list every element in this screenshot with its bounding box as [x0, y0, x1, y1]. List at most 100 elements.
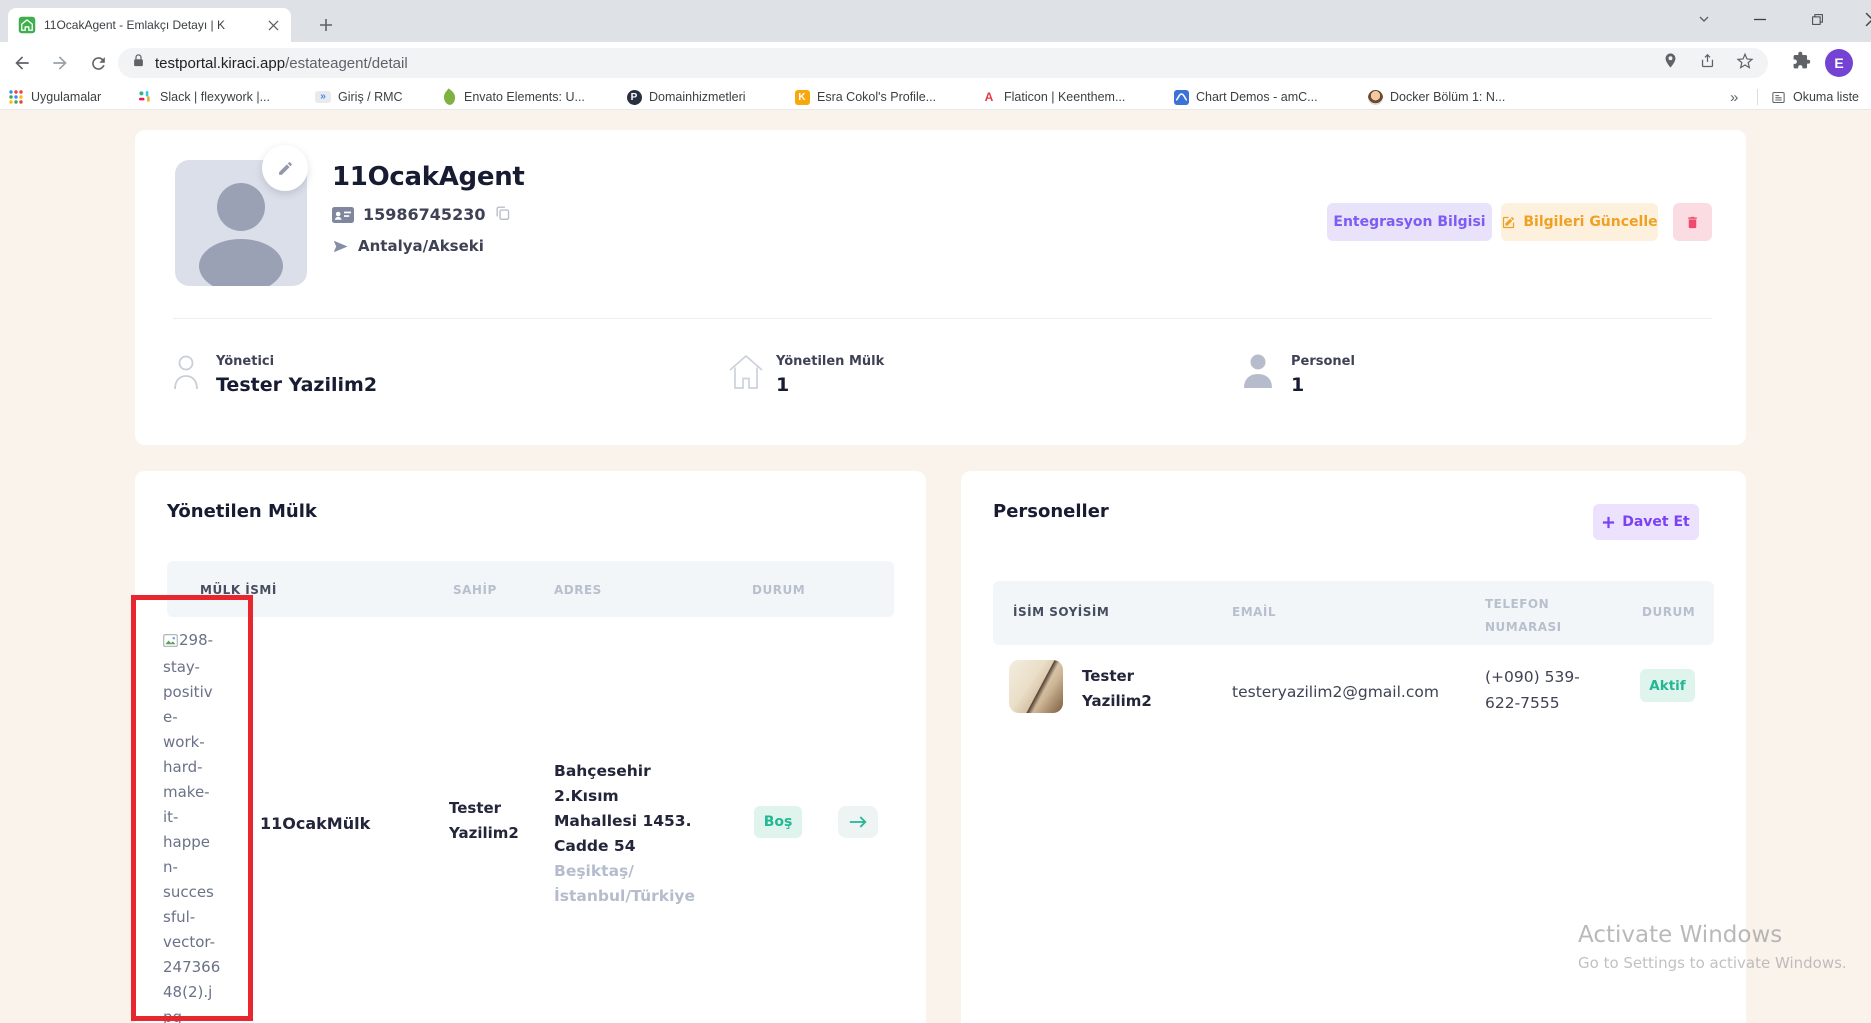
property-image-broken-alt: 298- stay- positiv e- work- hard- make- …	[163, 628, 247, 1023]
bookmark-domainhizmetleri[interactable]: P Domainhizmetleri	[626, 85, 746, 109]
bookmark-envato[interactable]: Envato Elements: U...	[441, 85, 585, 109]
browser-tab[interactable]: 11OcakAgent - Emlakçı Detayı | K	[8, 8, 291, 42]
agent-phone: 15986745230	[363, 205, 485, 224]
staff-status-badge: Aktif	[1640, 669, 1695, 702]
alt-line: pg	[163, 1005, 247, 1023]
alt-line: stay-	[163, 655, 247, 680]
bookmark-star-icon[interactable]	[1736, 52, 1754, 75]
slack-icon	[137, 89, 153, 105]
bookmark-label: Envato Elements: U...	[464, 90, 585, 104]
rmc-icon: »	[315, 89, 331, 105]
activate-windows-watermark: Activate Windows	[1578, 922, 1782, 948]
house-icon	[726, 350, 766, 392]
agent-profile-card: 11OcakAgent 15986745230 Antalya/Akseki E…	[135, 130, 1746, 445]
properties-card-title: Yönetilen Mülk	[167, 501, 317, 522]
alt-line: 48(2).j	[163, 980, 247, 1005]
bookmark-docker-bolum[interactable]: Docker Bölüm 1: N...	[1367, 85, 1505, 109]
staff-name: Tester Yazilim2	[1082, 664, 1154, 714]
bookmark-label: Esra Cokol's Profile...	[817, 90, 936, 104]
address-bar[interactable]: testportal.kiraci.app/estateagent/detail	[118, 48, 1768, 78]
property-name: 11OcakMülk	[260, 811, 370, 836]
window-minimize-button[interactable]	[1746, 6, 1774, 32]
reading-list-button[interactable]: Okuma liste	[1770, 85, 1859, 109]
section-divider	[173, 318, 1712, 319]
alt-line: it-	[163, 805, 247, 830]
agent-phone-row: 15986745230	[332, 204, 511, 225]
plus-icon	[1602, 516, 1615, 529]
tab-title: 11OcakAgent - Emlakçı Detayı | K	[44, 18, 265, 32]
arrow-right-icon	[848, 814, 868, 830]
bookmark-flaticon[interactable]: A Flaticon | Keenthem...	[981, 85, 1125, 109]
column-header-sahip: SAHİP	[453, 583, 497, 597]
property-detail-arrow-button[interactable]	[838, 806, 878, 838]
integration-info-button[interactable]: Entegrasyon Bilgisi	[1327, 203, 1492, 241]
manager-person-icon	[173, 354, 199, 392]
alt-line: sful-	[163, 905, 247, 930]
k-square-icon: K	[794, 89, 810, 105]
invite-label: Davet Et	[1622, 514, 1690, 530]
bookmark-esra-profile[interactable]: K Esra Cokol's Profile...	[794, 85, 936, 109]
edit-avatar-button[interactable]	[262, 145, 308, 191]
lock-icon[interactable]	[132, 53, 145, 73]
personnel-value: 1	[1291, 374, 1304, 396]
property-address: Bahçesehir 2.Kısım Mahallesi 1453. Cadde…	[554, 759, 706, 909]
reading-list-label: Okuma liste	[1793, 90, 1859, 104]
invite-button[interactable]: Davet Et	[1593, 504, 1699, 540]
bookmark-label: Docker Bölüm 1: N...	[1390, 90, 1505, 104]
share-icon[interactable]	[1699, 52, 1716, 74]
alt-line: make-	[163, 780, 247, 805]
url-path: /estateagent/detail	[285, 55, 408, 72]
manager-label: Yönetici	[216, 354, 274, 369]
pencil-icon	[277, 160, 294, 177]
amcharts-icon	[1173, 89, 1189, 105]
address-line: Bahçesehir 2.Kısım	[554, 759, 706, 809]
delete-agent-button[interactable]	[1673, 203, 1712, 241]
id-card-icon	[332, 207, 354, 223]
tab-close-icon[interactable]	[265, 17, 281, 33]
agent-name: 11OcakAgent	[332, 162, 525, 192]
properties-value: 1	[776, 374, 789, 396]
bookmark-label: Domainhizmetleri	[649, 90, 746, 104]
bookmark-slack[interactable]: Slack | flexywork |...	[137, 85, 270, 109]
bookmarks-separator	[1757, 89, 1758, 105]
window-close-button[interactable]	[1858, 6, 1871, 32]
copy-icon[interactable]	[494, 204, 511, 225]
property-owner: Tester Yazilim2	[449, 796, 519, 846]
envato-leaf-icon	[441, 89, 457, 105]
column-header-isim-soyisim: İSİM SOYİSİM	[1013, 605, 1109, 619]
extensions-puzzle-icon[interactable]	[1792, 51, 1811, 75]
bookmark-apps[interactable]: Uygulamalar	[8, 85, 101, 109]
tab-search-chevron-icon[interactable]	[1690, 6, 1718, 32]
update-info-label: Bilgileri Güncelle	[1523, 214, 1657, 230]
back-button[interactable]	[10, 51, 34, 75]
navigation-icon	[332, 238, 349, 255]
page-content: 11OcakAgent 15986745230 Antalya/Akseki E…	[0, 110, 1871, 1023]
bookmark-label: Uygulamalar	[31, 90, 101, 104]
column-header-email: EMAİL	[1232, 605, 1276, 619]
address-line: Cadde 54	[554, 834, 706, 859]
alt-line: happe	[163, 830, 247, 855]
bookmarks-overflow-chevron[interactable]: »	[1730, 85, 1738, 109]
forward-button[interactable]	[48, 51, 72, 75]
column-header-telefon: TELEFON NUMARASI	[1485, 593, 1585, 639]
edit-square-icon	[1501, 215, 1516, 230]
bookmark-label: Chart Demos - amC...	[1196, 90, 1318, 104]
update-info-button[interactable]: Bilgileri Güncelle	[1501, 203, 1658, 241]
bookmark-giris-rmc[interactable]: » Giriş / RMC	[315, 85, 403, 109]
address-subline: Beşiktaş/	[554, 859, 706, 884]
url-host: testportal.kiraci.app	[155, 55, 285, 72]
new-tab-button[interactable]	[314, 13, 338, 37]
managed-properties-card: Yönetilen Mülk MÜLK İSMİ SAHİP ADRES DUR…	[135, 471, 926, 1023]
browser-toolbar: testportal.kiraci.app/estateagent/detail…	[0, 42, 1871, 84]
location-pin-icon[interactable]	[1662, 52, 1679, 74]
bookmark-chart-demos[interactable]: Chart Demos - amC...	[1173, 85, 1318, 109]
column-header-durum: DURUM	[752, 583, 805, 597]
alt-line: n-	[163, 855, 247, 880]
column-header-mulk-ismi: MÜLK İSMİ	[200, 583, 277, 597]
browser-tab-strip: 11OcakAgent - Emlakçı Detayı | K	[0, 0, 1871, 42]
browser-profile-avatar[interactable]: E	[1825, 49, 1853, 77]
window-restore-button[interactable]	[1803, 6, 1831, 32]
alt-line: 298-	[163, 628, 247, 655]
address-subline: İstanbul/Türkiye	[554, 884, 706, 909]
reload-button[interactable]	[86, 51, 110, 75]
